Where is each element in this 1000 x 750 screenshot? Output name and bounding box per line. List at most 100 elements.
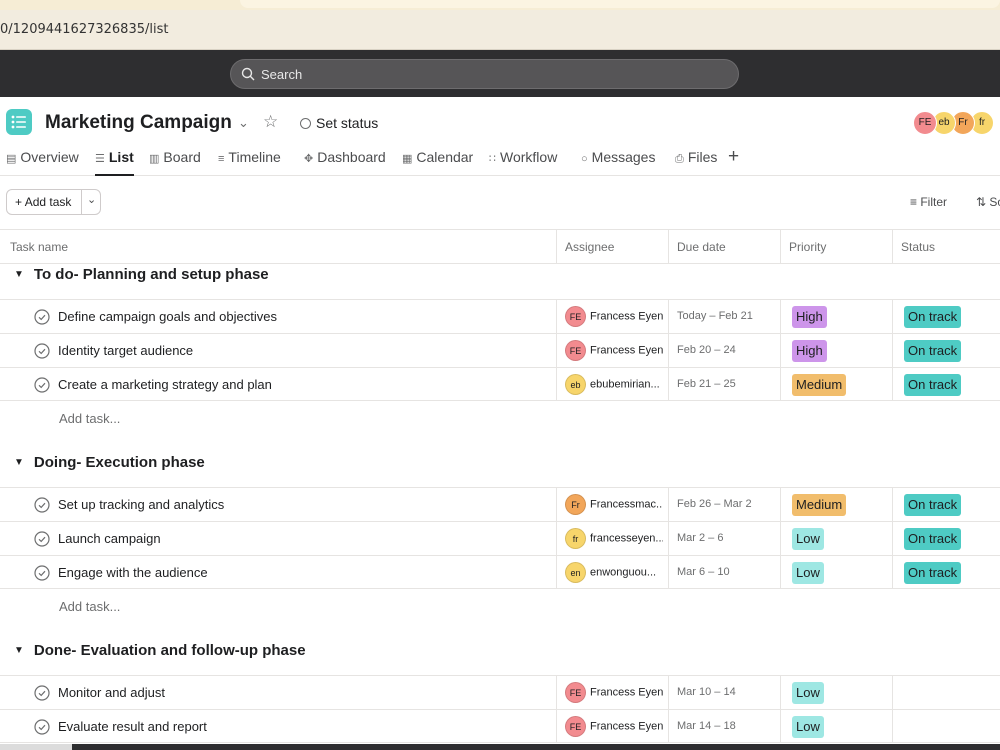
assignee-cell[interactable]: eb ebubemirian... — [565, 374, 663, 396]
task-name[interactable]: Engage with the audience — [58, 565, 208, 580]
tab-timeline[interactable]: ≡ Timeline — [218, 149, 281, 176]
check-circle-icon[interactable] — [34, 685, 50, 701]
filter-button[interactable]: ≡ Filter — [910, 195, 947, 209]
avatar[interactable]: FE — [913, 111, 937, 135]
task-name[interactable]: Define campaign goals and objectives — [58, 309, 277, 324]
sort-icon: ⇅ — [976, 195, 990, 209]
assignee-cell[interactable]: FE Francess Eyen — [565, 682, 663, 704]
chevron-down-icon[interactable]: ⌄ — [238, 115, 249, 131]
address-bar[interactable]: 0/1209441627326835/list — [0, 10, 1000, 50]
section-header[interactable]: ▼ Done- Evaluation and follow-up phase — [14, 642, 306, 659]
check-circle-icon[interactable] — [34, 377, 50, 393]
priority-badge[interactable]: Low — [792, 716, 824, 738]
column-header-task-name[interactable]: Task name — [10, 240, 68, 254]
column-header-assignee[interactable]: Assignee — [565, 240, 614, 254]
add-task-row[interactable]: Add task... — [59, 599, 120, 614]
caret-down-icon[interactable]: ▼ — [14, 645, 24, 656]
due-date[interactable]: Feb 21 – 25 — [677, 378, 736, 390]
priority-badge[interactable]: High — [792, 306, 827, 328]
table-row[interactable]: Engage with the audience en enwonguou... Ma… — [0, 555, 1000, 589]
column-divider — [556, 556, 557, 589]
check-circle-icon[interactable] — [34, 565, 50, 581]
table-row[interactable]: Evaluate result and report FE Francess Eye… — [0, 709, 1000, 743]
project-tabs: + ▤ Overview ☰ List ▥ Board ≡ Timeline ✥ Dashboar… — [0, 145, 1000, 176]
assignee-cell[interactable]: fr francesseyen... — [565, 528, 663, 550]
table-row[interactable]: Define campaign goals and objectives FE Fr… — [0, 299, 1000, 333]
status-badge[interactable]: On track — [904, 494, 962, 516]
tab-workflow[interactable]: ∷ Workflow — [489, 149, 557, 176]
due-date[interactable]: Mar 14 – 18 — [677, 720, 736, 732]
task-name[interactable]: Set up tracking and analytics — [58, 497, 224, 512]
assignee-cell[interactable]: en enwonguou... — [565, 562, 663, 584]
add-task-row[interactable]: Add task... — [59, 411, 120, 426]
priority-badge[interactable]: Low — [792, 682, 824, 704]
assignee-cell[interactable]: FE Francess Eyen — [565, 340, 663, 362]
caret-down-icon[interactable]: ▼ — [14, 269, 24, 280]
priority-badge[interactable]: Low — [792, 528, 824, 550]
assignee-cell[interactable]: Fr Francessmac... — [565, 494, 663, 516]
status-circle-icon — [300, 118, 311, 129]
priority-badge[interactable]: Low — [792, 562, 824, 584]
chevron-down-icon[interactable]: ⌄ — [87, 193, 96, 206]
due-date[interactable]: Today – Feb 21 — [677, 310, 753, 322]
add-task-label: Add task — [24, 195, 72, 209]
tab-board[interactable]: ▥ Board — [149, 149, 201, 176]
caret-down-icon[interactable]: ▼ — [14, 457, 24, 468]
status-badge[interactable]: On track — [904, 340, 962, 362]
tab-calendar[interactable]: ▦ Calendar — [402, 149, 473, 176]
task-name[interactable]: Identity target audience — [58, 343, 193, 358]
status-badge[interactable]: On track — [904, 562, 962, 584]
browser-tab-strip — [0, 0, 1000, 10]
check-circle-icon[interactable] — [34, 497, 50, 513]
add-tab-button[interactable]: + — [728, 146, 739, 168]
section-header[interactable]: ▼ Doing- Execution phase — [14, 454, 205, 471]
tab-list[interactable]: ☰ List — [95, 149, 134, 176]
add-task-button[interactable]: + Add task ⌄ — [6, 189, 101, 215]
table-row[interactable]: Create a marketing strategy and plan eb eb… — [0, 367, 1000, 401]
column-header-due-date[interactable]: Due date — [677, 240, 726, 254]
table-row[interactable]: Identity target audience FE Francess Eyen F… — [0, 333, 1000, 367]
section-header[interactable]: ▼ To do- Planning and setup phase — [14, 266, 269, 283]
tab-dashboard[interactable]: ✥ Dashboard — [304, 149, 386, 176]
project-list-icon[interactable] — [6, 109, 32, 135]
assignee-cell[interactable]: FE Francess Eyen — [565, 306, 663, 328]
task-name[interactable]: Launch campaign — [58, 531, 161, 546]
due-date[interactable]: Feb 26 – Mar 2 — [677, 498, 752, 510]
check-circle-icon[interactable] — [34, 531, 50, 547]
table-row[interactable]: Launch campaign fr francesseyen... Mar 2 – … — [0, 521, 1000, 555]
task-name[interactable]: Create a marketing strategy and plan — [58, 377, 272, 392]
tab-messages[interactable]: ○ Messages — [581, 149, 655, 176]
assignee-name: Francess Eyen — [590, 686, 663, 699]
due-date[interactable]: Mar 10 – 14 — [677, 686, 736, 698]
priority-badge[interactable]: Medium — [792, 374, 847, 396]
table-row[interactable]: Monitor and adjust FE Francess Eyen Mar 10 … — [0, 675, 1000, 709]
task-name[interactable]: Evaluate result and report — [58, 719, 207, 734]
assignee-cell[interactable]: FE Francess Eyen — [565, 716, 663, 738]
due-date[interactable]: Mar 2 – 6 — [677, 532, 723, 544]
project-title[interactable]: Marketing Campaign — [45, 112, 232, 134]
address-bar-url[interactable]: 0/1209441627326835/list — [0, 22, 168, 37]
check-circle-icon[interactable] — [34, 719, 50, 735]
tab-files[interactable]: ⎙ Files — [675, 149, 717, 176]
star-icon[interactable]: ☆ — [263, 112, 278, 132]
column-header-priority[interactable]: Priority — [789, 240, 826, 254]
sort-button[interactable]: ⇅ So — [976, 195, 1000, 209]
status-badge[interactable]: On track — [904, 528, 962, 550]
task-name[interactable]: Monitor and adjust — [58, 685, 165, 700]
due-date[interactable]: Mar 6 – 10 — [677, 566, 730, 578]
tab-overview[interactable]: ▤ Overview — [6, 149, 79, 176]
status-badge[interactable]: On track — [904, 306, 962, 328]
set-status-button[interactable]: Set status — [300, 115, 378, 131]
table-row[interactable]: Set up tracking and analytics Fr Francessm… — [0, 487, 1000, 521]
due-date[interactable]: Feb 20 – 24 — [677, 344, 736, 356]
status-badge[interactable]: On track — [904, 374, 962, 396]
check-circle-icon[interactable] — [34, 343, 50, 359]
priority-badge[interactable]: Medium — [792, 494, 847, 516]
column-header-status[interactable]: Status — [901, 240, 935, 254]
priority-badge[interactable]: High — [792, 340, 827, 362]
browser-tab[interactable] — [240, 0, 1000, 8]
check-circle-icon[interactable] — [34, 309, 50, 325]
assignee-name: francesseyen... — [590, 532, 663, 545]
column-divider — [780, 368, 781, 401]
search-input[interactable]: Search — [230, 59, 739, 89]
